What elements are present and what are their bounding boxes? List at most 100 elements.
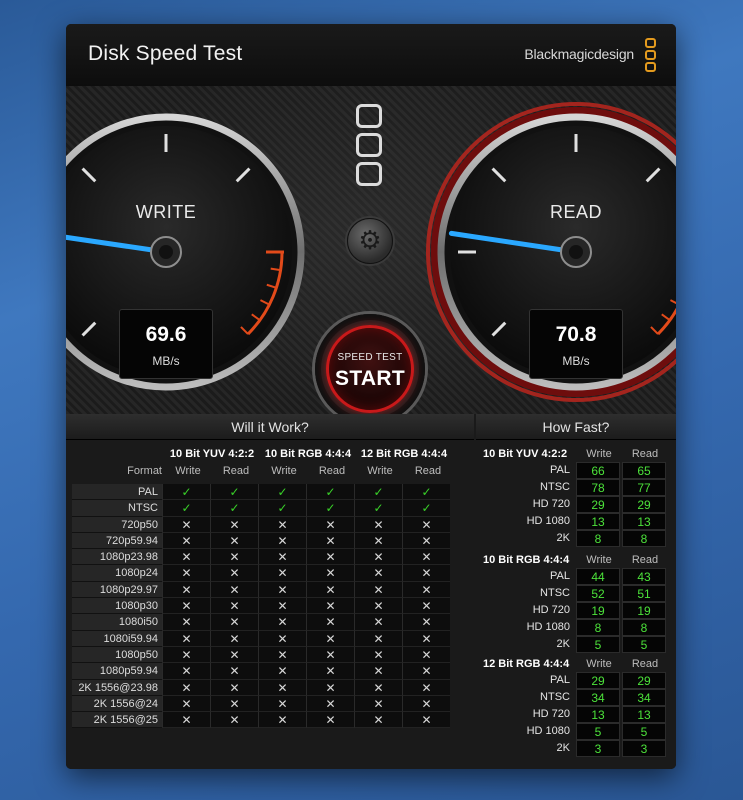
read-fps-value: 5 (622, 636, 666, 653)
read-fps-value: 65 (622, 462, 666, 479)
cross-icon: ✕ (162, 630, 210, 647)
cross-icon: ✕ (306, 549, 354, 566)
check-icon: ✓ (210, 484, 258, 501)
cross-icon: ✕ (210, 679, 258, 696)
read-column-header: Read (318, 465, 346, 477)
cross-icon: ✕ (258, 630, 306, 647)
table-row: 720p59.94 ✕ ✕ ✕ ✕ ✕ ✕ (72, 532, 450, 550)
cross-icon: ✕ (162, 581, 210, 599)
write-fps-value: 44 (576, 568, 620, 585)
write-fps-value: 8 (576, 619, 620, 636)
group-name: 10 Bit RGB 4:4:4 (483, 554, 570, 566)
cross-icon: ✕ (306, 712, 354, 729)
table-row: 2K 1556@23.98 ✕ ✕ ✕ ✕ ✕ ✕ (72, 679, 450, 696)
cross-icon: ✕ (402, 646, 450, 664)
format-name: 2K 1556@24 (72, 695, 162, 713)
group-name: 10 Bit YUV 4:2:2 (483, 448, 568, 460)
cross-icon: ✕ (210, 532, 258, 550)
write-fps-value: 29 (576, 496, 620, 513)
how-fast-group: 10 Bit YUV 4:2:2 Write Read PAL 66 65 NTSC 78 77… (480, 446, 672, 547)
table-row: 1080p50 ✕ ✕ ✕ ✕ ✕ ✕ (72, 646, 450, 664)
cross-icon: ✕ (306, 598, 354, 615)
cross-icon: ✕ (258, 679, 306, 696)
cross-icon: ✕ (258, 614, 306, 631)
start-button-face[interactable]: SPEED TEST START (326, 325, 414, 413)
cross-icon: ✕ (162, 646, 210, 664)
cross-icon: ✕ (210, 712, 258, 729)
format-name: HD 720 (532, 604, 570, 616)
format-name: NTSC (540, 481, 570, 493)
table-row: NTSC ✓ ✓ ✓ ✓ ✓ ✓ (72, 500, 450, 517)
how-fast-group: 12 Bit RGB 4:4:4 Write Read PAL 29 29 NTSC 34 34… (480, 656, 672, 757)
table-row: NTSC 78 77 (480, 479, 672, 496)
format-name: 1080p29.97 (72, 581, 162, 599)
table-row: HD 720 13 13 (480, 706, 672, 723)
how-fast-group-header: 12 Bit RGB 4:4:4 Write Read (480, 656, 672, 672)
cross-icon: ✕ (306, 663, 354, 680)
table-row: 1080p23.98 ✕ ✕ ✕ ✕ ✕ ✕ (72, 549, 450, 566)
format-name: NTSC (540, 587, 570, 599)
cross-icon: ✕ (354, 695, 402, 713)
read-fps-value: 43 (622, 568, 666, 585)
cross-icon: ✕ (354, 679, 402, 696)
write-gauge: WRITE 69.6 MB/s (66, 102, 316, 402)
cross-icon: ✕ (162, 695, 210, 713)
check-icon: ✓ (354, 500, 402, 517)
read-gauge-label: READ (549, 202, 602, 222)
how-fast-group: 10 Bit RGB 4:4:4 Write Read PAL 44 43 NTSC 52 51… (480, 552, 672, 653)
read-speed-unit: MB/s (562, 354, 590, 368)
write-fps-value: 5 (576, 723, 620, 740)
read-speed-value: 70.8 (555, 323, 597, 346)
write-gauge-label: WRITE (135, 202, 197, 222)
cross-icon: ✕ (258, 712, 306, 729)
cross-icon: ✕ (354, 581, 402, 599)
format-name: HD 1080 (526, 725, 570, 737)
cross-icon: ✕ (402, 516, 450, 533)
settings-gear-icon[interactable]: ⚙ (347, 218, 393, 264)
read-column-header: Read (631, 554, 659, 566)
read-column-header: Read (631, 448, 659, 460)
cross-icon: ✕ (210, 663, 258, 680)
cross-icon: ✕ (210, 565, 258, 582)
cross-icon: ✕ (210, 630, 258, 647)
read-fps-value: 13 (622, 513, 666, 530)
needle-hub-center (159, 245, 173, 259)
cross-icon: ✕ (162, 663, 210, 680)
check-icon: ✓ (402, 500, 450, 517)
cross-icon: ✕ (258, 646, 306, 664)
cross-icon: ✕ (402, 565, 450, 582)
table-row: HD 1080 13 13 (480, 513, 672, 530)
write-readout: 69.6 MB/s (119, 309, 213, 379)
check-icon: ✓ (258, 500, 306, 517)
cross-icon: ✕ (306, 630, 354, 647)
table-row: PAL ✓ ✓ ✓ ✓ ✓ ✓ (72, 484, 450, 501)
format-name: 720p59.94 (72, 532, 162, 550)
write-speed-unit: MB/s (152, 354, 180, 368)
format-name: 2K (556, 742, 570, 754)
table-row: NTSC 34 34 (480, 689, 672, 706)
format-name: 1080i50 (72, 614, 162, 631)
cross-icon: ✕ (210, 516, 258, 533)
check-icon: ✓ (210, 500, 258, 517)
read-column-header: Read (631, 658, 659, 670)
title-bar: Disk Speed Test Blackmagicdesign (66, 24, 676, 86)
cross-icon: ✕ (162, 679, 210, 696)
read-fps-value: 77 (622, 479, 666, 496)
read-readout: 70.8 MB/s (529, 309, 623, 379)
cross-icon: ✕ (162, 712, 210, 729)
read-fps-value: 29 (622, 672, 666, 689)
table-row: PAL 29 29 (480, 672, 672, 689)
cross-icon: ✕ (210, 581, 258, 599)
format-name: PAL (550, 674, 570, 686)
write-fps-value: 3 (576, 740, 620, 757)
table-row: 1080p29.97 ✕ ✕ ✕ ✕ ✕ ✕ (72, 581, 450, 599)
start-button[interactable]: SPEED TEST START (315, 314, 425, 424)
how-fast-section: How Fast? 10 Bit YUV 4:2:2 Write Read PAL 66… (476, 414, 676, 769)
format-name: PAL (550, 570, 570, 582)
format-name: 2K (556, 532, 570, 544)
write-fps-value: 5 (576, 636, 620, 653)
check-icon: ✓ (162, 500, 210, 517)
will-group-header: 10 Bit YUV 4:2:2 (169, 448, 255, 460)
format-name: 1080p59.94 (72, 663, 162, 680)
will-it-work-section: Will it Work? 10 Bit YUV 4:2:2 10 Bit RG… (66, 414, 474, 769)
